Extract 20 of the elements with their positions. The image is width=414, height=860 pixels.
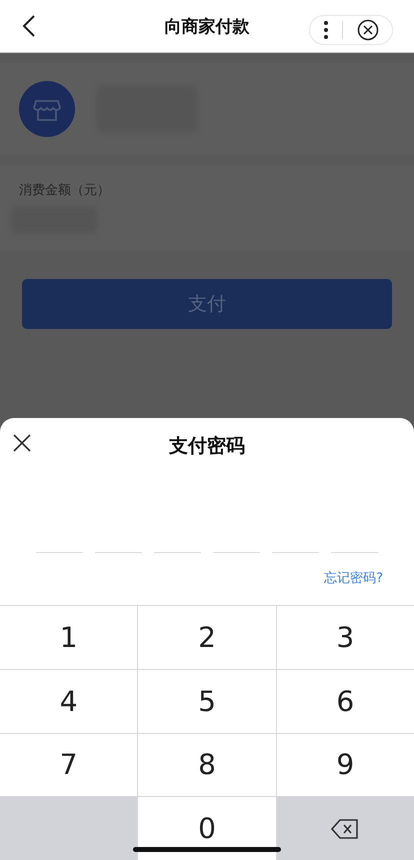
keypad-key[interactable]: 7 [0, 734, 138, 796]
keypad-key[interactable]: 3 [276, 606, 414, 669]
backspace-icon [331, 818, 360, 839]
keypad-key[interactable]: 8 [138, 734, 276, 796]
keypad-key[interactable]: 2 [138, 606, 276, 669]
more-icon[interactable] [322, 20, 329, 40]
sheet-title: 支付密码 [169, 434, 245, 459]
keypad-key[interactable]: 4 [0, 670, 138, 732]
delete-key[interactable] [276, 797, 414, 860]
keypad-key[interactable]: 5 [138, 670, 276, 732]
keypad-key[interactable]: 0 [138, 797, 276, 860]
close-icon[interactable] [12, 433, 32, 453]
keypad-key[interactable]: 1 [0, 606, 138, 669]
keypad-key[interactable]: 6 [276, 670, 414, 732]
back-icon[interactable] [22, 15, 36, 37]
keypad-key[interactable]: 9 [276, 734, 414, 796]
store-avatar-icon [19, 81, 75, 137]
close-icon[interactable] [357, 19, 380, 41]
page-title: 向商家付款 [164, 16, 250, 38]
forgot-password-link[interactable]: 忘记密码? [324, 569, 383, 605]
